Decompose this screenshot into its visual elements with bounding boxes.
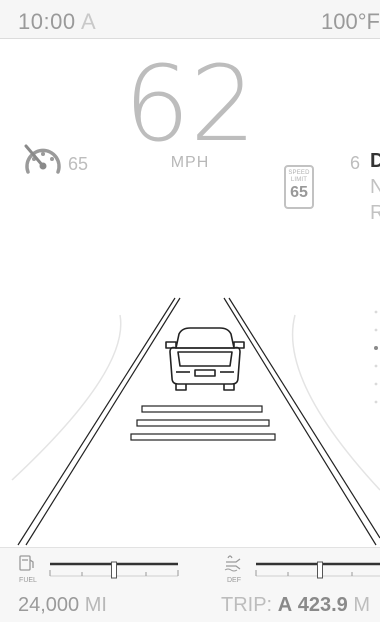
fuel-gauge-icon: FUEL xyxy=(16,552,40,584)
gear-neutral: N xyxy=(370,176,380,198)
fuel-level-marker xyxy=(111,561,117,579)
def-gauge xyxy=(255,561,380,579)
gear-reverse: R xyxy=(370,202,380,224)
def-label: DEF xyxy=(227,577,241,584)
trip-label: TRIP: xyxy=(221,594,273,616)
def-fluid-icon xyxy=(224,555,241,572)
clock-time: 10:00 xyxy=(18,9,76,34)
def-level-marker xyxy=(317,561,323,579)
outside-temperature: 100°F xyxy=(321,9,380,34)
vehicle-icon xyxy=(165,327,245,391)
cruise-set-speed: 65 xyxy=(68,154,89,174)
odometer-value: 24,000 xyxy=(18,594,80,616)
trip-unit: M xyxy=(353,594,370,616)
odometer: 24,000 MI xyxy=(18,594,107,617)
gear-selector: D N R xyxy=(370,148,380,226)
left-lane-line-inner xyxy=(17,297,176,546)
following-distance-bars xyxy=(130,405,276,441)
right-outer-curve xyxy=(291,314,380,491)
fuel-gauge xyxy=(49,561,179,579)
left-outer-curve xyxy=(11,314,122,481)
trip-meter: TRIP: A 423.9 M xyxy=(221,594,370,617)
speed-limit-sign: SPEED LIMIT 65 xyxy=(284,165,314,209)
trip-name: A xyxy=(277,594,293,616)
right-lane-line-inner xyxy=(223,297,377,546)
trip-value: 423.9 xyxy=(297,594,348,616)
clock-ampm: A xyxy=(80,9,97,34)
lane-position-dots xyxy=(374,310,378,404)
fuel-label: FUEL xyxy=(19,577,37,584)
lane-view xyxy=(11,297,380,546)
speed-limit-label: SPEED LIMIT xyxy=(288,170,310,183)
left-lane-line-outer xyxy=(25,297,181,546)
gear-drive: D xyxy=(370,150,380,172)
speed-limit-value: 65 xyxy=(290,184,308,201)
def-gauge-icon: DEF xyxy=(222,552,246,584)
right-lane-line-outer xyxy=(228,297,380,539)
clock: 10:00 A xyxy=(18,9,96,35)
gear-number: 6 xyxy=(350,153,361,173)
fuel-pump-icon xyxy=(19,555,34,571)
cruise-control-icon xyxy=(24,144,61,174)
odometer-unit: MI xyxy=(84,594,107,616)
